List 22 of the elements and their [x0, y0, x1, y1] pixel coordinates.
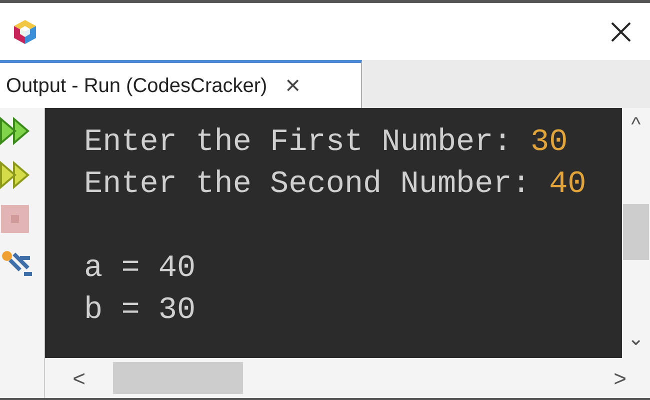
vertical-scrollbar[interactable]: ^ ⌄: [622, 108, 650, 358]
prompt-text: Enter the First Number:: [84, 124, 513, 162]
rerun-icon[interactable]: [0, 116, 32, 146]
scroll-up-icon[interactable]: ^: [631, 108, 641, 140]
prompt-text: Enter the Second Number:: [84, 166, 532, 204]
output-tab[interactable]: Output - Run (CodesCracker) ×: [0, 60, 362, 108]
tab-label: Output - Run (CodesCracker): [6, 74, 268, 98]
scrollbar-thumb[interactable]: [113, 362, 243, 394]
input-value: 30: [530, 124, 568, 162]
scroll-right-icon[interactable]: >: [590, 362, 650, 394]
logo-icon: [12, 18, 38, 46]
tab-close-icon[interactable]: ×: [285, 66, 300, 105]
scroll-down-icon[interactable]: ⌄: [628, 324, 644, 358]
scroll-left-icon[interactable]: <: [45, 362, 113, 394]
close-icon[interactable]: [610, 20, 632, 42]
rerun-options-icon[interactable]: [0, 160, 32, 190]
output-text: a = 40: [84, 250, 196, 288]
input-value: 40: [549, 166, 586, 204]
stop-icon[interactable]: [0, 204, 30, 234]
scrollbar-thumb[interactable]: [623, 204, 649, 260]
horizontal-scrollbar[interactable]: < >: [45, 358, 650, 398]
output-text: b = 30: [84, 292, 196, 330]
